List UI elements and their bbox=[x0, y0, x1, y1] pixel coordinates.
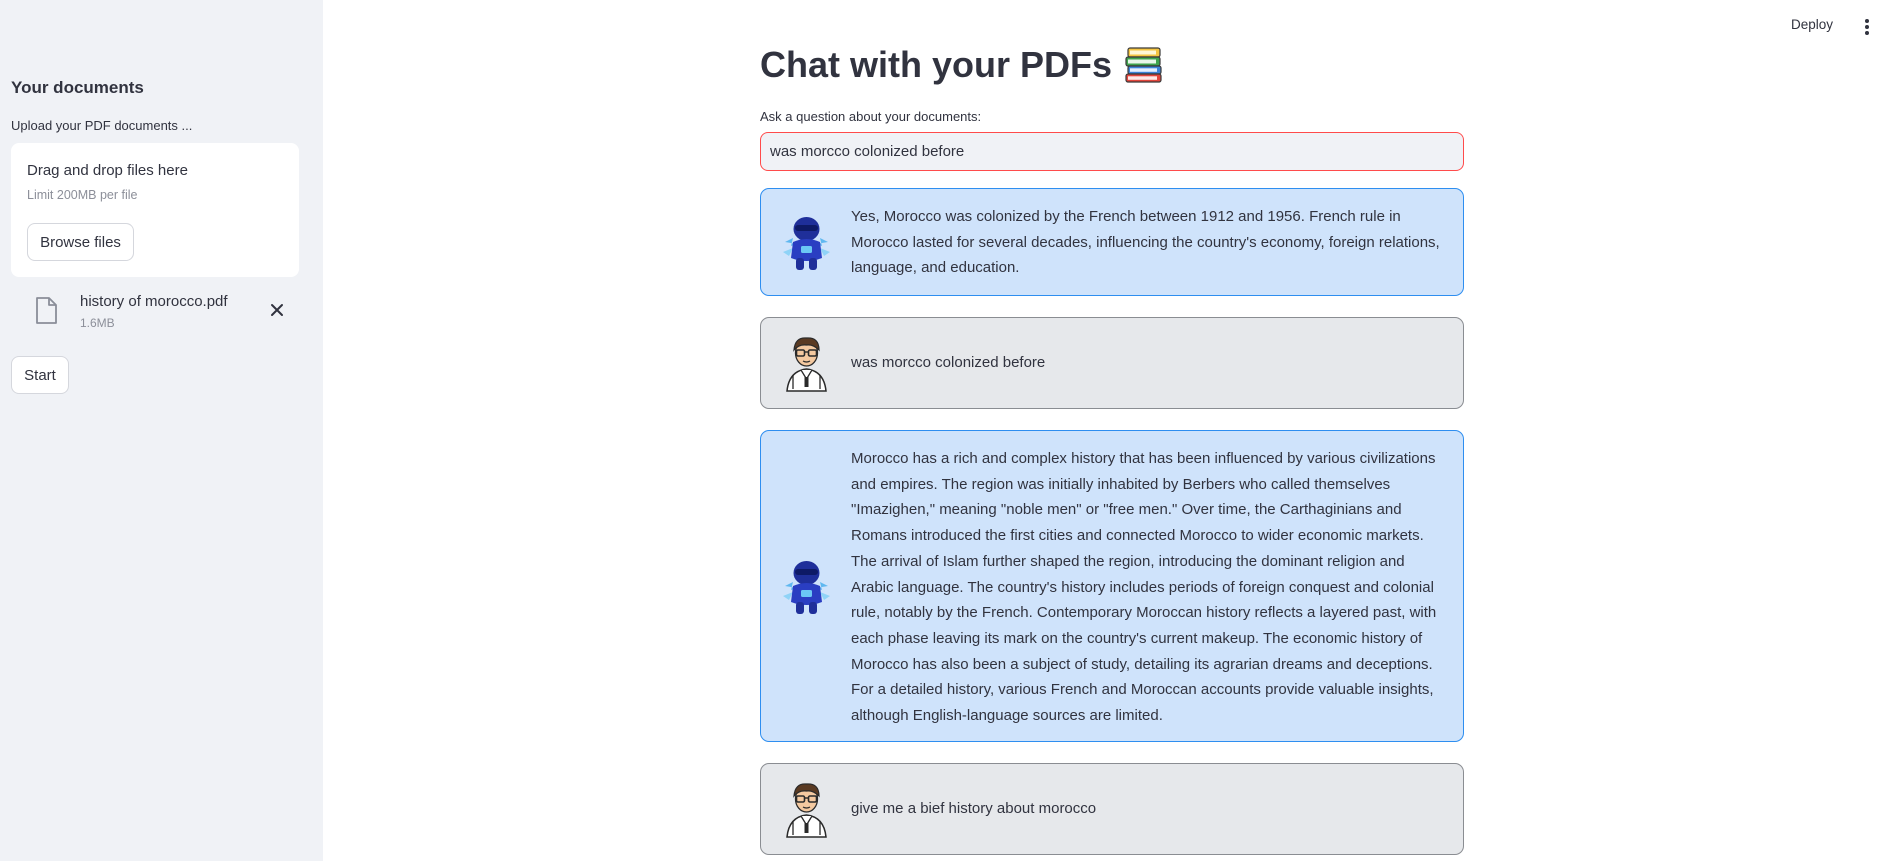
question-label: Ask a question about your documents: bbox=[760, 109, 982, 124]
file-icon bbox=[36, 297, 57, 324]
person-avatar-icon bbox=[786, 783, 827, 838]
chat-message-bot: Morocco has a rich and complex history t… bbox=[760, 430, 1464, 742]
browse-files-button[interactable]: Browse files bbox=[27, 223, 134, 261]
robot-avatar-icon bbox=[783, 561, 830, 614]
page-title: Chat with your PDFs bbox=[760, 44, 1164, 86]
dropzone-title: Drag and drop files here bbox=[27, 162, 188, 179]
chat-message-user: give me a bief history about morocco bbox=[760, 763, 1464, 855]
file-dropzone[interactable]: Drag and drop files here Limit 200MB per… bbox=[11, 143, 299, 277]
person-avatar-icon bbox=[786, 337, 827, 392]
kebab-menu-icon[interactable] bbox=[1862, 17, 1872, 37]
file-size: 1.6MB bbox=[80, 316, 115, 330]
message-text: was morcco colonized before bbox=[851, 354, 1046, 372]
message-text: Morocco has a rich and complex history t… bbox=[851, 450, 1437, 725]
robot-avatar-icon bbox=[783, 217, 830, 270]
chat-message-bot: Yes, Morocco was colonized by the French… bbox=[760, 188, 1464, 296]
chat-message-user: was morcco colonized before bbox=[760, 317, 1464, 409]
file-name: history of morocco.pdf bbox=[80, 293, 228, 310]
books-icon bbox=[1125, 47, 1162, 83]
page-title-text: Chat with your PDFs bbox=[760, 44, 1113, 85]
start-button[interactable]: Start bbox=[11, 356, 69, 394]
message-text: give me a bief history about morocco bbox=[851, 800, 1097, 818]
close-icon bbox=[271, 304, 283, 316]
sidebar: Your documents Upload your PDF documents… bbox=[0, 0, 323, 861]
dropzone-limit: Limit 200MB per file bbox=[27, 188, 138, 202]
question-input[interactable] bbox=[760, 132, 1464, 171]
uploaded-file: history of morocco.pdf 1.6MB bbox=[11, 285, 299, 335]
upload-label: Upload your PDF documents ... bbox=[11, 118, 193, 133]
sidebar-title: Your documents bbox=[11, 78, 144, 97]
deploy-button[interactable]: Deploy bbox=[1791, 17, 1833, 32]
message-text: Yes, Morocco was colonized by the French… bbox=[851, 208, 1440, 277]
remove-file-button[interactable] bbox=[266, 299, 288, 321]
